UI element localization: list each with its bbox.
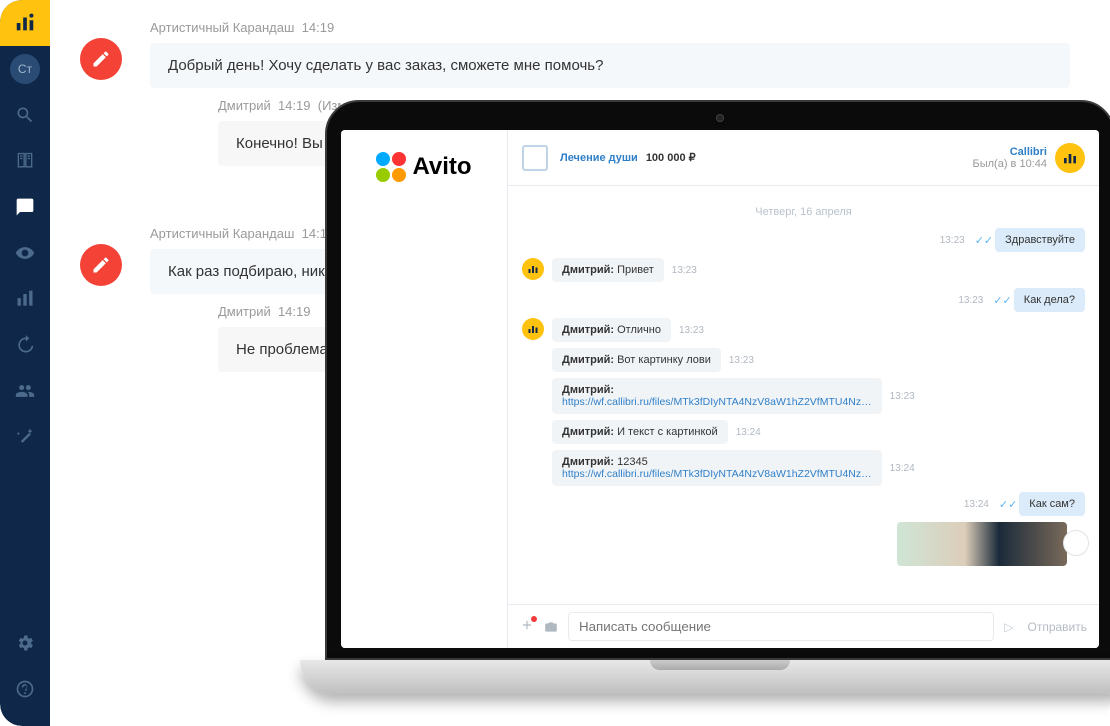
out-image-message [522, 522, 1067, 566]
laptop-base [300, 660, 1110, 694]
avito-chat-body: Четверг, 16 апреля 13:23✓✓ Здравствуйте … [508, 186, 1099, 604]
app-root: Ст [0, 0, 1110, 726]
in-message: Дмитрий: Привет 13:23 [522, 258, 1085, 282]
sidebar-book[interactable] [0, 138, 50, 184]
eye-icon [15, 243, 35, 263]
message-bubble: Дмитрий: Привет [552, 258, 664, 282]
contact-avatar [80, 244, 122, 286]
read-ticks-icon: ✓✓ [993, 294, 1011, 307]
camera-icon[interactable] [544, 620, 558, 634]
counterparty-avatar [1055, 143, 1085, 173]
sidebar-search[interactable] [0, 92, 50, 138]
date-divider: Четверг, 16 апреля [522, 206, 1085, 218]
laptop-mockup: Avito Лечение души100 000 ₽ Callibri [310, 100, 1110, 726]
pencil-icon [91, 255, 111, 275]
sender-avatar [522, 258, 544, 280]
avito-side: Avito [341, 130, 507, 648]
bars-icon [527, 323, 539, 335]
file-link[interactable]: https://wf.callibri.ru/files/MTk3fDIyNTA… [562, 468, 872, 480]
in-message: Дмитрий: Вот картинку лови 13:23 [522, 348, 1085, 372]
bars-icon [527, 263, 539, 275]
sender-avatar [522, 318, 544, 340]
avito-input-bar: ▷ Отправить [508, 604, 1099, 648]
avito-chat: Лечение души100 000 ₽ Callibri Был(а) в … [507, 130, 1099, 648]
user-avatar: Ст [10, 54, 40, 84]
bars-icon [1062, 150, 1078, 166]
file-link[interactable]: https://wf.callibri.ru/files/MTk3fDIyNTA… [562, 396, 872, 408]
in-message: Дмитрий: 12345https://wf.callibri.ru/fil… [522, 450, 1085, 486]
sidebar-chat[interactable] [0, 184, 50, 230]
sidebar-history[interactable] [0, 322, 50, 368]
gear-icon [15, 633, 35, 653]
send-arrow-icon[interactable]: ▷ [1004, 620, 1013, 634]
sidebar-people[interactable] [0, 368, 50, 414]
listing-thumb[interactable] [522, 145, 548, 171]
brand-logo[interactable] [0, 0, 50, 46]
bars-icon [14, 12, 36, 34]
message-input[interactable] [568, 612, 994, 641]
avito-chat-header: Лечение души100 000 ₽ Callibri Был(а) в … [508, 130, 1099, 186]
sidebar-settings[interactable] [0, 620, 50, 666]
sidebar: Ст [0, 0, 50, 726]
add-attachment-button[interactable] [520, 618, 534, 635]
counterparty-info[interactable]: Callibri Был(а) в 10:44 [973, 143, 1085, 173]
search-icon [15, 105, 35, 125]
message-bubble: Дмитрий: Отлично [552, 318, 671, 342]
help-icon [15, 679, 35, 699]
out-message: 13:23✓✓ Как дела? [522, 288, 1085, 312]
out-message: 13:24✓✓ Как сам? [522, 492, 1085, 516]
in-message: Дмитрий:https://wf.callibri.ru/files/MTk… [522, 378, 1085, 414]
avito-logo: Avito [376, 152, 471, 182]
contact-avatar [80, 38, 122, 80]
sidebar-eye[interactable] [0, 230, 50, 276]
message-bubble: Здравствуйте [995, 228, 1085, 252]
message-bubble: Дмитрий:https://wf.callibri.ru/files/MTk… [552, 378, 882, 414]
book-icon [15, 151, 35, 171]
laptop-screen: Avito Лечение души100 000 ₽ Callibri [325, 100, 1110, 660]
pencil-icon [91, 49, 111, 69]
history-icon [15, 335, 35, 355]
sidebar-wand[interactable] [0, 414, 50, 460]
stats-icon [15, 289, 35, 309]
listing-info[interactable]: Лечение души100 000 ₽ [560, 151, 696, 164]
out-message: 13:23✓✓ Здравствуйте [522, 228, 1085, 252]
chat-icon [15, 197, 35, 217]
message-bubble: Дмитрий: И текст с картинкой [552, 420, 728, 444]
message-bubble: Как сам? [1019, 492, 1085, 516]
message-bubble: Дмитрий: 12345https://wf.callibri.ru/fil… [552, 450, 882, 486]
laptop-camera [716, 114, 724, 122]
message-bubble: Как дела? [1014, 288, 1085, 312]
image-attachment[interactable] [897, 522, 1067, 566]
people-icon [15, 381, 35, 401]
message-meta: Артистичный Карандаш 14:19 [150, 20, 1080, 35]
read-ticks-icon: ✓✓ [975, 234, 993, 247]
avito-window: Avito Лечение души100 000 ₽ Callibri [341, 130, 1099, 648]
in-message: Дмитрий: Отлично 13:23 [522, 318, 1085, 342]
sidebar-help[interactable] [0, 666, 50, 712]
message-bubble: Добрый день! Хочу сделать у вас заказ, с… [150, 43, 1070, 88]
send-button[interactable]: Отправить [1027, 620, 1087, 634]
sidebar-stats[interactable] [0, 276, 50, 322]
magic-wand-icon [15, 427, 35, 447]
read-ticks-icon: ✓✓ [999, 498, 1017, 511]
in-message: Дмитрий: И текст с картинкой 13:24 [522, 420, 1085, 444]
message-bubble: Дмитрий: Вот картинку лови [552, 348, 721, 372]
incoming-message: Артистичный Карандаш 14:19 Добрый день! … [50, 20, 1110, 88]
sidebar-user[interactable]: Ст [0, 46, 50, 92]
